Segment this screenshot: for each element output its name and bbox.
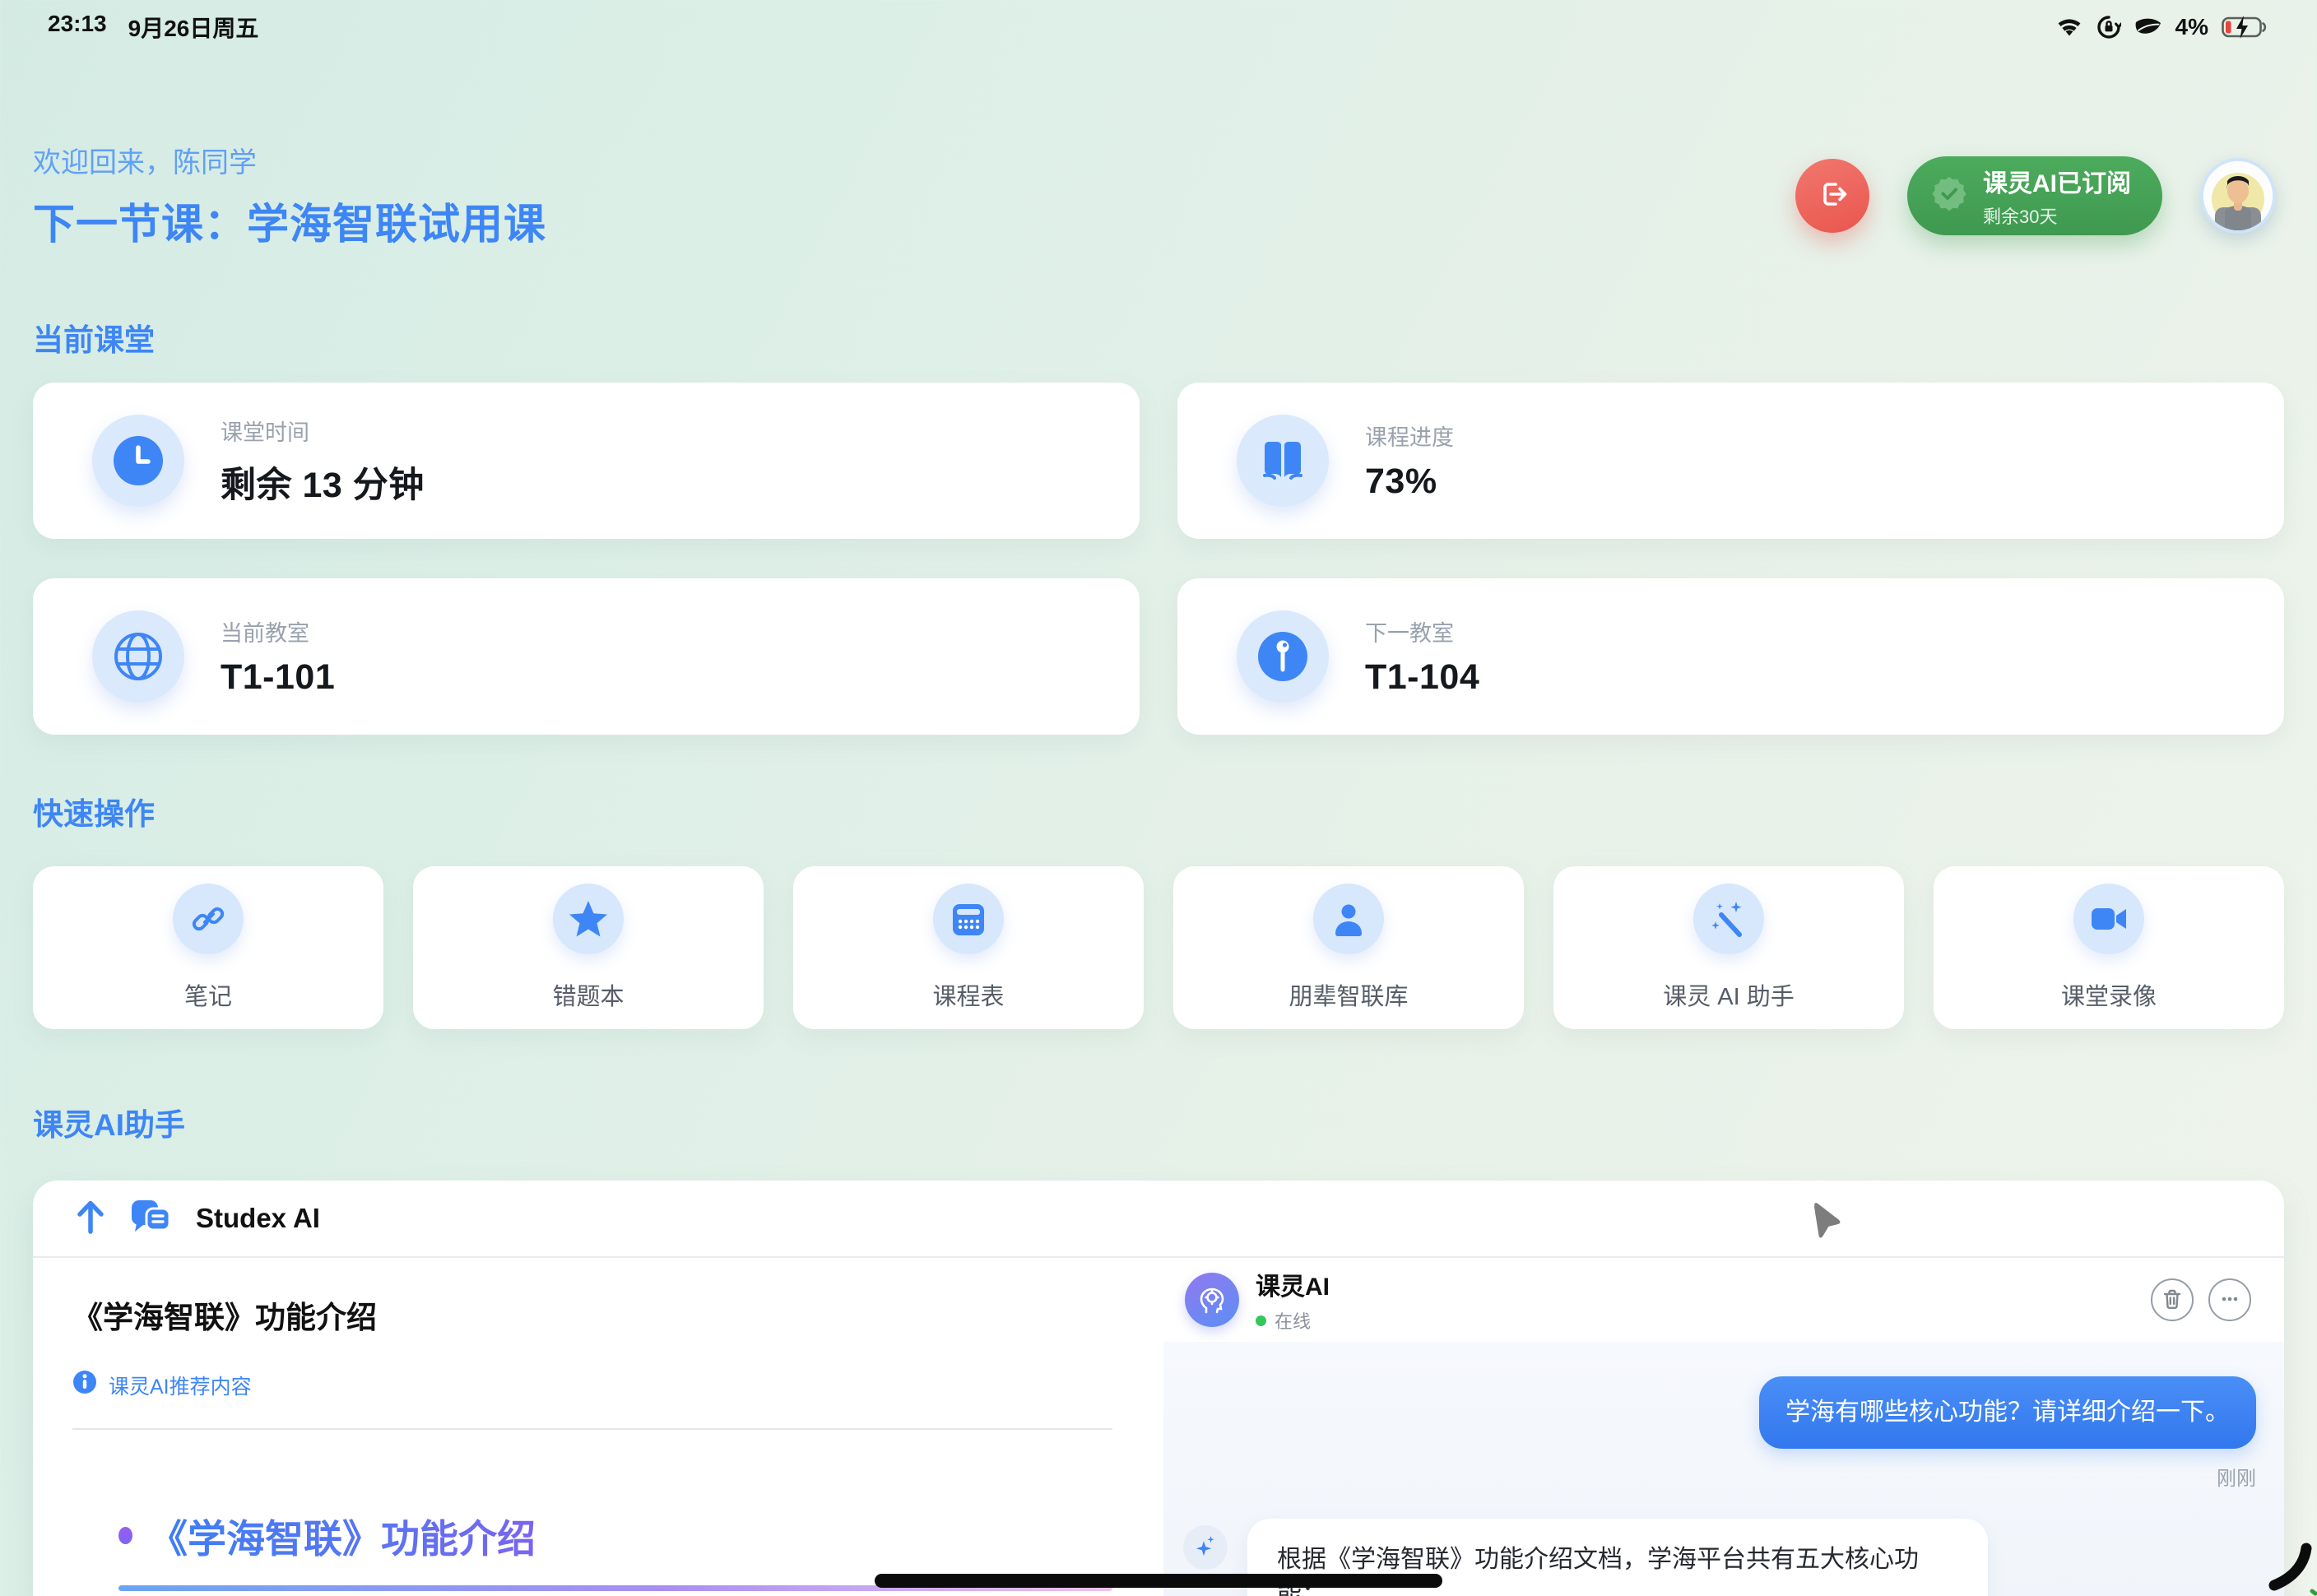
stat-value: 剩余 13 分钟 [221,457,425,508]
globe-icon [92,610,184,703]
action-label: 错题本 [552,977,624,1012]
subscription-days-left: 剩余30天 [1983,202,2131,229]
status-date: 9月26日周五 [128,11,259,44]
ai-head-icon [1185,1273,1239,1327]
wifi-icon [2055,16,2083,38]
welcome-text: 欢迎回来，陈同学 [33,140,546,180]
star-icon [553,884,624,954]
notes-action[interactable]: 笔记 [33,866,383,1029]
wand-icon [1693,884,1764,954]
battery-charging-icon [2222,15,2269,39]
mistake-book-action[interactable]: 错题本 [413,866,764,1029]
online-status-label: 在线 [1275,1307,1311,1334]
stat-value: T1-101 [221,657,335,698]
rotation-lock-icon [2096,15,2121,39]
more-options-button[interactable] [2208,1278,2251,1321]
current-room-card: 当前教室 T1-101 [33,578,1140,735]
schedule-action[interactable]: 课程表 [793,866,1144,1029]
book-icon [1237,415,1329,507]
ellipsis-icon [2219,1288,2240,1312]
next-room-card: 下一教室 T1-104 [1177,578,2284,735]
course-progress-card: 课程进度 73% [1177,383,2284,539]
action-label: 课程表 [932,977,1004,1012]
pin-icon [1237,610,1329,703]
document-pane: 《学海智联》功能介绍 课灵AI推荐内容 《学海智联》功能介绍 在数字化教育的浪潮… [33,1258,1163,1596]
subscription-title: 课灵AI已订阅 [1983,163,2131,199]
ai-assistant-action[interactable]: 课灵 AI 助手 [1553,866,1904,1029]
status-bar: 23:13 9月26日周五 4% [33,0,2284,43]
studex-panel: Studex AI 《学海智联》功能介绍 课灵AI推荐内容 《学海智联》功能介绍 [33,1181,2284,1596]
next-class-title: 下一节课：学海智联试用课 [33,190,546,251]
stat-label: 课堂时间 [221,415,425,447]
home-screen: 23:13 9月26日周五 4% 欢迎回来，陈同学 下一节课：学海智联试用课 [0,0,2317,1596]
chat-pane: 课灵AI 在线 [1163,1258,2284,1596]
class-recording-action[interactable]: 课堂录像 [1934,866,2284,1029]
pen-stroke-mark [2254,1538,2317,1596]
quick-actions-section-title: 快速操作 [33,789,2284,833]
trash-icon [2161,1288,2183,1312]
stat-value: T1-104 [1365,657,1479,698]
subscription-pill[interactable]: 课灵AI已订阅 剩余30天 [1907,156,2162,235]
ai-section-title: 课灵AI助手 [33,1100,2284,1144]
chat-assistant-name: 课灵AI [1256,1266,1330,1302]
ai-recommended-link[interactable]: 课灵AI推荐内容 [72,1370,1112,1400]
studex-panel-title: Studex AI [196,1203,320,1234]
studex-panel-header: Studex AI [33,1181,2284,1258]
chat-header: 课灵AI 在线 [1163,1258,2284,1342]
chat-bubbles-icon [130,1197,173,1241]
class-time-card: 课堂时间 剩余 13 分钟 [33,383,1140,539]
document-divider [72,1428,1112,1430]
battery-percent: 4% [2175,14,2208,40]
info-icon [72,1370,97,1400]
document-title: 《学海智联》功能介绍 [72,1292,1112,1337]
badge-check-icon [1930,174,1968,216]
sparkles-icon [1183,1525,1228,1570]
logout-icon [1814,176,1850,215]
chat-messages: 学海有哪些核心功能？请详细介绍一下。 刚刚 根据《学海智联》功能介绍文档，学海平… [1163,1342,2284,1596]
action-label: 笔记 [184,977,232,1012]
user-avatar[interactable] [2200,158,2276,234]
document-heading: 《学海智联》功能介绍 [149,1507,536,1564]
page-header: 欢迎回来，陈同学 下一节课：学海智联试用课 课灵AI已订阅 剩余30天 [33,140,2284,251]
stat-label: 当前教室 [221,615,335,647]
ai-recommended-label: 课灵AI推荐内容 [109,1371,252,1400]
logout-button[interactable] [1795,159,1869,233]
online-dot [1256,1315,1266,1326]
action-label: 朋辈智联库 [1289,977,1408,1012]
clock-icon [92,415,184,507]
quick-actions: 笔记 错题本 课程表 朋辈智联库 课灵 AI 助手 [33,866,2284,1029]
leaf-icon [2134,16,2162,38]
message-timestamp: 刚刚 [2217,1462,2256,1491]
person-icon [1313,884,1384,954]
current-class-cards: 课堂时间 剩余 13 分钟 课程进度 73% 当前教室 T1-101 [33,383,2284,735]
stat-value: 73% [1365,462,1454,502]
mouse-cursor [1813,1203,1841,1243]
video-icon [2073,884,2144,954]
clear-chat-button[interactable] [2151,1278,2194,1321]
peer-library-action[interactable]: 朋辈智联库 [1173,866,1524,1029]
current-class-section-title: 当前课堂 [33,315,2284,360]
action-label: 课灵 AI 助手 [1663,977,1795,1012]
calendar-icon [933,884,1004,954]
status-time: 23:13 [48,11,107,44]
link-icon [173,884,244,954]
user-message-bubble: 学海有哪些核心功能？请详细介绍一下。 [1759,1376,2256,1449]
stat-label: 课程进度 [1365,420,1454,452]
home-indicator[interactable] [875,1574,1442,1588]
action-label: 课堂录像 [2061,977,2157,1012]
heading-bullet [118,1527,132,1544]
stat-label: 下一教室 [1365,615,1479,647]
up-arrow-icon[interactable] [74,1199,107,1239]
